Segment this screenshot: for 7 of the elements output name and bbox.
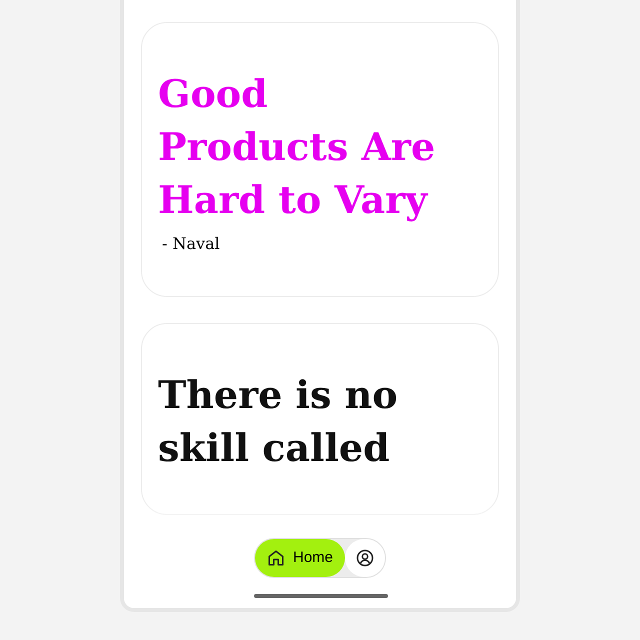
home-icon (267, 549, 285, 567)
quote-text: There is no skill called (158, 371, 399, 472)
user-icon (356, 549, 374, 567)
nav-tab[interactable] (345, 539, 386, 577)
nav-tab[interactable]: Home (255, 539, 346, 577)
quote-author: - Naval (162, 233, 221, 255)
quote-text: Good Products Are Hard to Vary (158, 70, 436, 224)
